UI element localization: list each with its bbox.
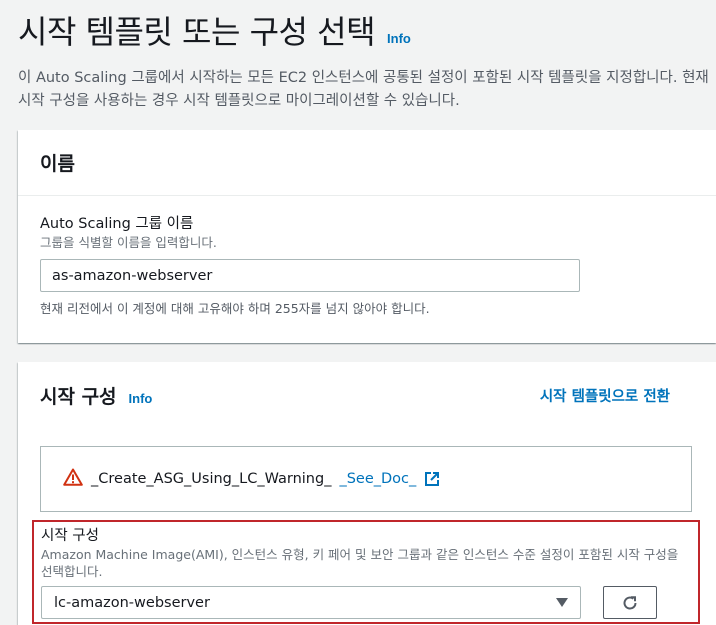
name-panel: 이름 Auto Scaling 그룹 이름 그룹을 식별할 이름을 입력합니다.… bbox=[18, 130, 716, 343]
launch-config-panel: 시작 구성 Info 시작 템플릿으로 전환 _Create_ASG_Using… bbox=[18, 362, 716, 625]
launch-config-select[interactable]: lc-amazon-webserver bbox=[41, 586, 581, 619]
launch-config-title-group: 시작 구성 Info bbox=[40, 382, 152, 409]
page-info-link[interactable]: Info bbox=[387, 31, 411, 46]
warning-alert: _Create_ASG_Using_LC_Warning_ _See_Doc_ bbox=[40, 446, 692, 512]
caret-down-icon bbox=[556, 598, 568, 607]
warning-icon bbox=[63, 468, 83, 491]
page-title-row: 시작 템플릿 또는 구성 선택 Info bbox=[18, 10, 716, 54]
page-title: 시작 템플릿 또는 구성 선택 bbox=[18, 13, 376, 51]
launch-config-panel-header: 시작 구성 Info 시작 템플릿으로 전환 bbox=[18, 362, 716, 428]
refresh-icon bbox=[621, 594, 639, 612]
launch-config-field-label: 시작 구성 bbox=[41, 528, 99, 544]
launch-config-field-highlight: 시작 구성 Amazon Machine Image(AMI), 인스턴스 유형… bbox=[32, 520, 700, 624]
see-doc-link[interactable]: _See_Doc_ bbox=[339, 471, 416, 487]
name-panel-title: 이름 bbox=[40, 153, 75, 175]
warning-alert-text: _Create_ASG_Using_LC_Warning_ bbox=[91, 471, 332, 487]
refresh-button[interactable] bbox=[603, 586, 657, 619]
launch-config-field-hint: Amazon Machine Image(AMI), 인스턴스 유형, 키 페어… bbox=[41, 547, 679, 579]
asg-name-input[interactable] bbox=[40, 259, 580, 292]
asg-name-hint: 그룹을 식별할 이름을 입력합니다. bbox=[40, 235, 217, 250]
launch-config-select-value: lc-amazon-webserver bbox=[54, 594, 210, 611]
switch-to-template-link[interactable]: 시작 템플릿으로 전환 bbox=[540, 385, 670, 406]
launch-config-info-link[interactable]: Info bbox=[129, 391, 153, 406]
asg-name-constraint: 현재 리전에서 이 계정에 대해 고유해야 하며 255자를 넘지 않아야 합니… bbox=[40, 301, 430, 316]
asg-name-field: Auto Scaling 그룹 이름 그룹을 식별할 이름을 입력합니다. 현재… bbox=[40, 214, 694, 317]
asg-name-label: Auto Scaling 그룹 이름 bbox=[40, 216, 194, 232]
name-panel-header: 이름 bbox=[18, 130, 716, 196]
launch-config-select-row: lc-amazon-webserver bbox=[41, 586, 691, 619]
external-link-icon[interactable] bbox=[424, 471, 440, 487]
launch-config-panel-title: 시작 구성 bbox=[40, 385, 117, 408]
page-header: 시작 템플릿 또는 구성 선택 Info bbox=[18, 10, 716, 54]
page-description: 이 Auto Scaling 그룹에서 시작하는 모든 EC2 인스턴스에 공통… bbox=[18, 70, 709, 109]
